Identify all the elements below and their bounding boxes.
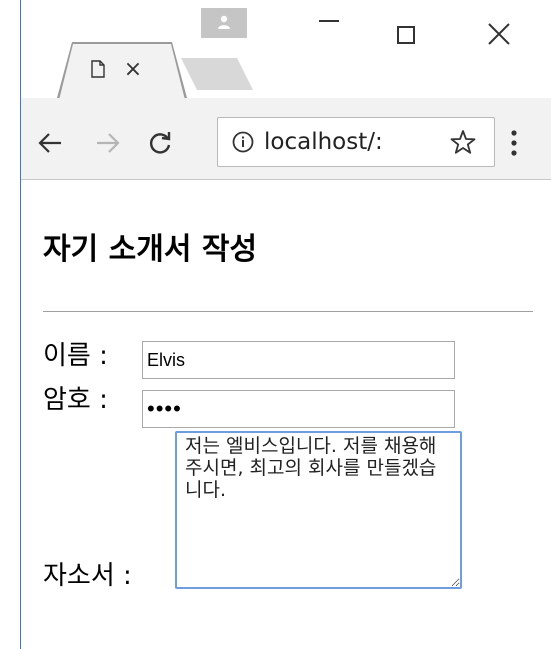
page-icon xyxy=(91,60,105,78)
active-tab[interactable] xyxy=(59,44,185,100)
password-label: 암호 : xyxy=(43,385,108,415)
star-icon[interactable] xyxy=(450,129,476,155)
person-icon xyxy=(218,15,230,29)
arrow-left-icon[interactable] xyxy=(37,130,63,156)
minimize-icon[interactable] xyxy=(319,20,339,22)
password-input[interactable] xyxy=(142,390,455,428)
url-text[interactable]: localhost/: xyxy=(264,128,432,156)
maximize-icon[interactable] xyxy=(397,26,415,44)
reload-icon[interactable] xyxy=(147,130,173,156)
intro-label: 자소서 : xyxy=(43,561,132,591)
arrow-right-icon[interactable] xyxy=(95,130,121,156)
profile-icon[interactable] xyxy=(201,8,247,38)
page-title: 자기 소개서 작성 xyxy=(43,232,258,267)
intro-textarea[interactable]: 저는 엘비스입니다. 저를 채용해주시면, 최고의 회사를 만들겠습니다. xyxy=(175,431,462,589)
kebab-menu-icon[interactable] xyxy=(509,128,519,158)
title-bar: × xyxy=(21,0,551,100)
name-input[interactable] xyxy=(142,341,455,379)
divider xyxy=(43,311,533,312)
name-label: 이름 : xyxy=(43,341,108,371)
close-icon[interactable] xyxy=(485,20,513,48)
info-icon[interactable] xyxy=(232,131,254,153)
address-bar[interactable]: localhost/: xyxy=(217,117,495,167)
browser-window: × localhost/: 자기 소개서 작성 이름: Elvis 암호: … xyxy=(20,0,551,649)
tab-close-icon[interactable]: × xyxy=(123,58,143,82)
